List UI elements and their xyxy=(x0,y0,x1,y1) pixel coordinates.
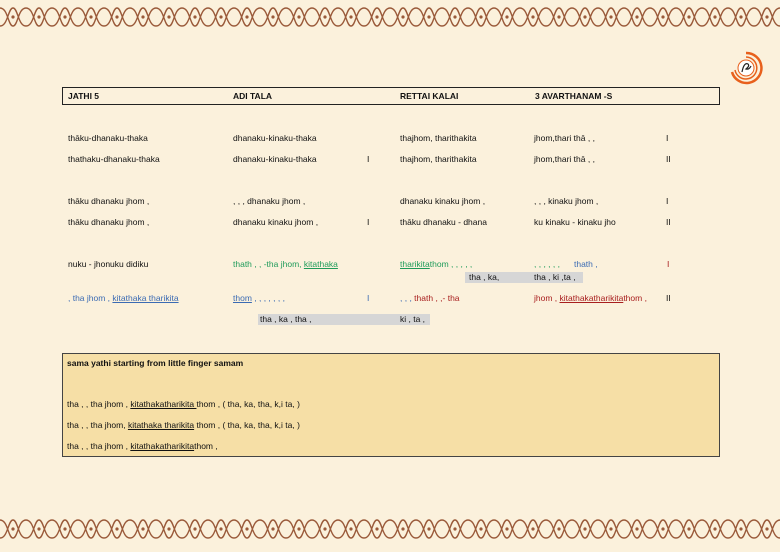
row6-col2-text: , , , , , , , xyxy=(251,293,285,303)
row1-col3: thajhom, tharithakita xyxy=(400,133,477,143)
row5-mark: I xyxy=(667,259,670,269)
row6-col1: , tha jhom , kitathaka tharikita xyxy=(68,293,179,303)
row4-mark: II xyxy=(666,217,671,227)
line2-underlined: kitathaka tharikita xyxy=(127,420,195,430)
row6-syllables-2: ki , ta , xyxy=(400,314,426,324)
line3-underlined: kitathakatharikita xyxy=(130,441,195,451)
row6-col1-text: , tha jhom , xyxy=(68,293,113,303)
sama-yathi-line2: tha , , tha jhom, kitathaka tharikita th… xyxy=(67,420,300,430)
sama-yathi-box: sama yathi starting from little finger s… xyxy=(62,353,720,457)
row4-col2: dhanaku kinaku jhom , xyxy=(233,217,319,227)
row2-col2: dhanaku-kinaku-thaka xyxy=(233,154,317,164)
row6-col4: jhom , kitathakatharikitathom , xyxy=(534,293,647,303)
row2-col4: jhom,thari thā , , xyxy=(534,154,595,164)
line2-tail: thom , ( tha, ka, tha, k,i ta, ) xyxy=(194,420,300,430)
header-kalai: RETTAI KALAI xyxy=(400,91,459,101)
line3-text: tha , , tha jhom , xyxy=(67,441,131,451)
row5-col3-underlined: tharikita xyxy=(400,259,430,269)
row6-mark: II xyxy=(666,293,671,303)
header-tala: ADI TALA xyxy=(233,91,273,101)
row3-col1: thāku dhanaku jhom , xyxy=(68,196,150,206)
row4-col1: thāku dhanaku jhom , xyxy=(68,217,150,227)
row5-col2-text: thath , , -tha jhom, xyxy=(233,259,304,269)
row3-col2: , , , dhanaku jhom , xyxy=(233,196,306,206)
row2-mark: II xyxy=(666,154,671,164)
sama-yathi-line1: tha , , tha jhom , kitathakatharikita th… xyxy=(67,399,300,409)
line1-tail: thom , ( tha, ka, tha, k,i ta, ) xyxy=(196,399,300,409)
row5-col4-thath: thath , xyxy=(573,259,598,269)
row6-col1-underlined: kitathaka tharikita xyxy=(112,293,179,303)
row1-col4: jhom,thari thā , , xyxy=(534,133,595,143)
row5-col3-text: thom , , , , , xyxy=(429,259,473,269)
row1-col1: thāku-dhanaku-thaka xyxy=(68,133,148,143)
row6-syllables-1: tha , ka , tha , xyxy=(260,314,312,324)
row6-col3: , , , thath , ,- tha xyxy=(400,293,460,303)
row4-col3: thāku dhanaku - dhana xyxy=(400,217,487,227)
row3-mark: I xyxy=(666,196,669,206)
row4-col4: ku kinaku - kinaku jho xyxy=(534,217,616,227)
logo-icon xyxy=(730,51,763,85)
row1-mark: I xyxy=(666,133,669,143)
line1-text: tha , , tha jhom , xyxy=(67,399,131,409)
row5-syllables-1: tha , ka, xyxy=(469,272,500,282)
row5-col4-commas: , , , , , , xyxy=(534,259,560,269)
row5-col4: , , , , , , thath , xyxy=(534,259,598,269)
row4-mid-mark: I xyxy=(367,217,370,227)
line1-underlined: kitathakatharikita xyxy=(130,399,197,409)
line2-text: tha , , tha jhom, xyxy=(67,420,128,430)
bottom-decorative-border xyxy=(0,519,780,539)
header-jathi: JATHI 5 xyxy=(68,91,100,101)
row6-col4-text: jhom , xyxy=(534,293,560,303)
sama-yathi-title: sama yathi starting from little finger s… xyxy=(67,358,244,368)
line3-tail: thom , xyxy=(194,441,218,451)
row1-col2: dhanaku-kinaku-thaka xyxy=(233,133,317,143)
row6-mid-mark: I xyxy=(367,293,370,303)
row6-col4-underlined: kitathakatharikita xyxy=(559,293,624,303)
row5-col1: nuku - jhonuku didiku xyxy=(68,259,149,269)
header-bar: JATHI 5 ADI TALA RETTAI KALAI 3 AVARTHAN… xyxy=(62,87,720,105)
row2-mid-mark: I xyxy=(367,154,370,164)
row6-col4-tail: thom , xyxy=(623,293,647,303)
row5-syllables-2: tha , ki ,ta , xyxy=(534,272,576,282)
top-decorative-border xyxy=(0,7,780,27)
row6-col2: thom , , , , , , , xyxy=(233,293,285,303)
row5-col2-underlined: kitathaka xyxy=(303,259,338,269)
sama-yathi-line3: tha , , tha jhom , kitathakatharikitatho… xyxy=(67,441,218,451)
row5-col2: thath , , -tha jhom, kitathaka xyxy=(233,259,338,269)
row2-col1: thathaku-dhanaku-thaka xyxy=(68,154,160,164)
header-avarthanam: 3 AVARTHANAM -S xyxy=(535,91,613,101)
row2-col3: thajhom, tharithakita xyxy=(400,154,477,164)
row3-col4: , , , kinaku jhom , xyxy=(534,196,599,206)
row6-col3-commas: , , , xyxy=(400,293,415,303)
row5-col3: tharikitathom , , , , , xyxy=(400,259,472,269)
row6-col3-text: thath , ,- tha xyxy=(414,293,460,303)
row3-col3: dhanaku kinaku jhom , xyxy=(400,196,486,206)
row6-col2-underlined: thom xyxy=(233,293,252,303)
